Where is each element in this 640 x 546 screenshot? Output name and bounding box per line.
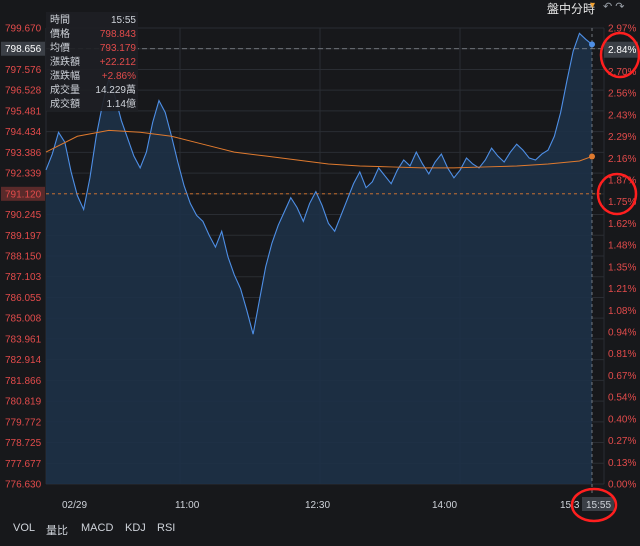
y-tick-right: 0.54% [608, 393, 636, 404]
x-tick: 15:3 [560, 500, 580, 511]
chevron-down-icon[interactable]: ▾ [590, 0, 595, 11]
y-tick-left: 788.150 [5, 252, 42, 263]
y-tick-right: 0.67% [608, 371, 636, 382]
indicator-tabs: VOL 量比 MACD KDJ RSI [0, 518, 640, 538]
y-tick-right: 0.81% [608, 349, 636, 360]
y-tick-left: 790.245 [5, 210, 42, 221]
y-tick-left: 781.866 [5, 376, 42, 387]
y-tick-left: 794.434 [5, 127, 42, 138]
y-tick-right: 1.21% [608, 284, 636, 295]
y-tick-left: 799.670 [5, 24, 42, 35]
y-tick-left: 792.339 [5, 169, 42, 180]
tab-volume-ratio[interactable]: 量比 [46, 522, 68, 538]
y-tick-left: 782.914 [5, 355, 42, 366]
y-tick-right: 1.35% [608, 262, 636, 273]
y-tick-left: 789.197 [5, 231, 42, 242]
y-tick-left: 798.656 [5, 44, 42, 55]
y-tick-left: 793.386 [5, 148, 42, 159]
y-tick-right: 1.62% [608, 219, 636, 230]
y-tick-left: 783.961 [5, 334, 42, 345]
avg-end-dot [589, 153, 595, 160]
y-tick-right: 2.43% [608, 110, 636, 121]
y-tick-left: 786.055 [5, 293, 42, 304]
x-tick: 15:55 [586, 500, 611, 511]
x-tick: 12:30 [305, 500, 330, 511]
x-tick: 11:00 [175, 500, 200, 511]
y-tick-right: 2.29% [608, 132, 636, 143]
tooltip-info-box: 時間 15:55 價格 798.843 均價 793.179 漲跌額 +22.2… [46, 12, 138, 111]
y-tick-right: 2.56% [608, 89, 636, 100]
y-tick-left: 780.819 [5, 397, 42, 408]
tab-macd[interactable]: MACD [81, 522, 113, 534]
tab-kdj[interactable]: KDJ [125, 522, 146, 534]
x-tick: 14:00 [432, 500, 457, 511]
y-tick-left: 779.772 [5, 417, 42, 428]
y-tick-right: 2.84% [608, 45, 636, 56]
y-tick-left: 795.481 [5, 106, 42, 117]
undo-redo-icons[interactable]: ↶ ↷ [603, 0, 625, 13]
y-tick-left: 797.576 [5, 65, 42, 76]
y-tick-left: 778.725 [5, 438, 42, 449]
price-end-dot [589, 41, 595, 48]
y-tick-right: 0.94% [608, 328, 636, 339]
x-tick: 02/29 [62, 500, 87, 511]
y-tick-right: 2.16% [608, 154, 636, 165]
y-tick-left: 787.103 [5, 272, 42, 283]
y-tick-left: 777.677 [5, 459, 42, 470]
tab-rsi[interactable]: RSI [157, 522, 175, 534]
y-tick-right: 1.48% [608, 241, 636, 252]
tab-vol[interactable]: VOL [13, 522, 35, 534]
y-tick-left: 785.008 [5, 314, 42, 325]
y-tick-right: 0.27% [608, 436, 636, 447]
y-tick-right: 0.13% [608, 458, 636, 469]
y-tick-right: 1.08% [608, 306, 636, 317]
y-tick-left: 776.630 [5, 480, 42, 491]
chart-mode-title[interactable]: 盤中分時 [547, 0, 595, 17]
y-tick-right: 0.40% [608, 414, 636, 425]
y-tick-left: 796.528 [5, 86, 42, 97]
y-tick-right: 0.00% [608, 480, 636, 491]
y-tick-left: 791.120 [5, 189, 42, 200]
